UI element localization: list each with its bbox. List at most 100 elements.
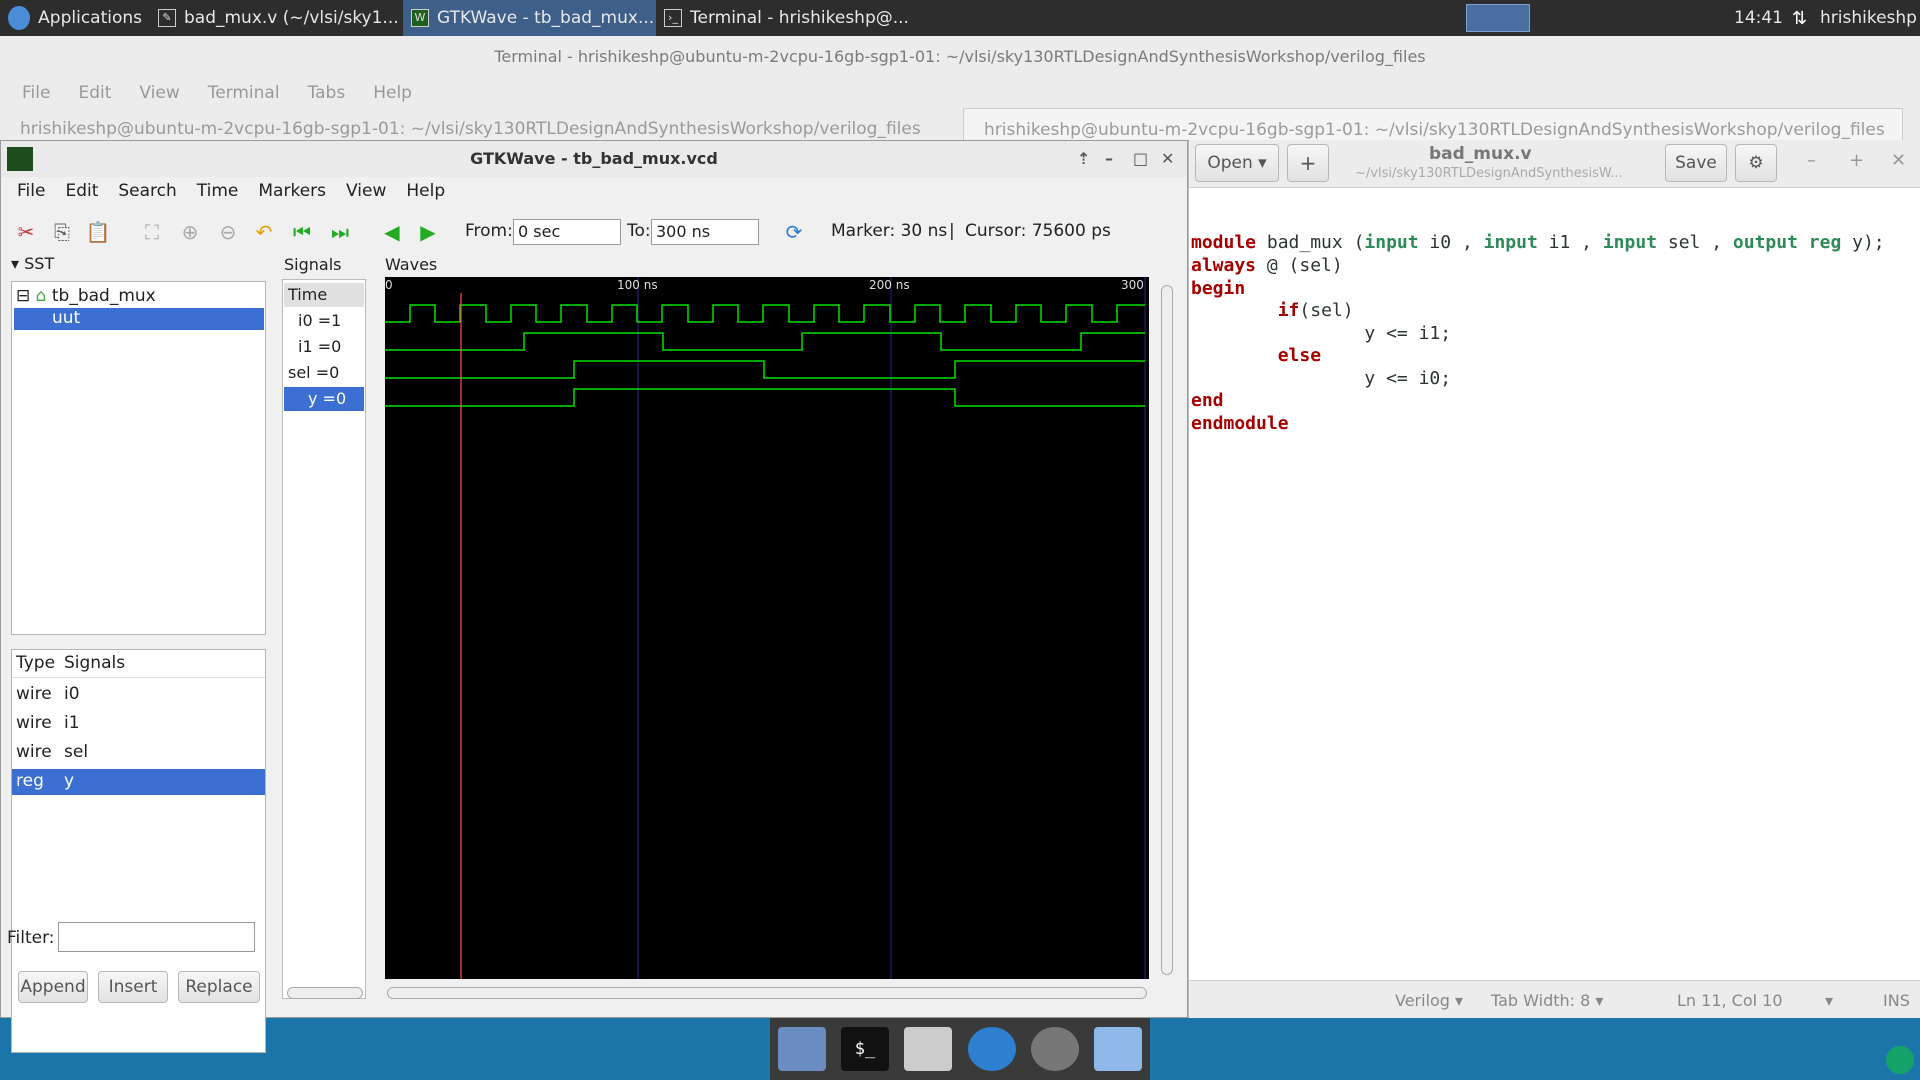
menu-markers[interactable]: Markers [248,181,336,201]
paste-icon[interactable]: 📋 [83,217,113,247]
list-item[interactable]: wire i1 [12,711,265,737]
menu-file[interactable]: File [7,181,55,201]
type-column[interactable]: Type [16,653,55,673]
menu-search[interactable]: Search [108,181,186,201]
tick-200: 200 ns [869,278,910,292]
applications-menu[interactable]: Applications [0,0,150,36]
code-area[interactable]: module bad_mux (input i0 , input i1 , in… [1189,188,1920,976]
menu-edit[interactable]: Edit [68,83,121,103]
copy-icon[interactable]: ⎘ [47,217,77,247]
folder-icon[interactable] [1094,1027,1143,1071]
window-up-icon[interactable]: ⇡ [1077,141,1090,177]
to-input[interactable]: 300 ns [651,219,759,245]
gtkwave-menubar: File Edit Search Time Markers View Help [1,175,1187,207]
code-line-4: if(sel) [1277,300,1354,321]
reload-icon[interactable]: ⟳ [779,217,809,247]
insert-mode: INS [1883,991,1910,1010]
jump-end-icon[interactable]: ⏭ [325,217,355,247]
code-line-3: begin [1191,278,1246,299]
new-tab-button[interactable]: + [1287,144,1329,182]
sst-header[interactable]: ▾ SST [11,254,54,273]
to-label: To: [627,221,651,241]
menu-help[interactable]: Help [363,83,422,103]
show-desktop-icon[interactable] [777,1027,826,1071]
close-icon[interactable]: ✕ [1161,141,1174,177]
maximize-icon[interactable]: + [1849,150,1864,171]
replace-button[interactable]: Replace [178,971,260,1003]
code-line-6: else [1277,345,1322,366]
next-edge-icon[interactable]: ▶ [413,217,443,247]
waveform-canvas[interactable]: 0 100 ns 200 ns 300 [385,277,1149,979]
tick-0: 0 [385,278,393,292]
list-item[interactable]: wire sel [12,740,265,766]
taskbar-terminal[interactable]: ›_ Terminal - hrishikeshp@... [656,0,909,36]
editor-title: bad_mux.v [1429,144,1532,164]
code-line-8: end [1191,390,1224,411]
user-menu[interactable]: hrishikeshp [1812,0,1920,36]
zoom-in-icon[interactable]: ⊕ [175,217,205,247]
search-icon[interactable] [1030,1027,1079,1071]
signals-column[interactable]: Signals [64,653,125,673]
signal-i1[interactable]: i1 =0 [284,335,364,359]
network-icon[interactable]: ⇅ [1792,8,1807,29]
terminal-title: Terminal - hrishikeshp@ubuntu-m-2vcpu-16… [0,36,1920,78]
signal-list-header: Type Signals [12,650,265,678]
signals-scrollbar[interactable] [287,987,363,999]
gear-icon[interactable]: ⚙ [1735,144,1777,182]
zoom-fit-icon[interactable]: ⛶ [137,217,167,247]
language-selector[interactable]: Verilog ▾ [1395,991,1463,1010]
terminal-icon[interactable]: $_ [840,1027,889,1071]
insert-button[interactable]: Insert [98,971,168,1003]
menu-edit[interactable]: Edit [55,181,108,201]
waves-vscrollbar[interactable] [1161,285,1173,975]
cut-icon[interactable]: ✂ [11,217,41,247]
minimize-icon[interactable]: – [1105,141,1113,177]
web-browser-icon[interactable] [967,1027,1016,1071]
prev-edge-icon[interactable]: ◀ [377,217,407,247]
home-folder-icon[interactable] [904,1027,953,1071]
open-button[interactable]: Open ▾ [1195,144,1279,182]
maximize-icon[interactable]: □ [1133,141,1148,177]
tab-width-selector[interactable]: Tab Width: 8 ▾ [1491,991,1603,1010]
zoom-out-icon[interactable]: ⊖ [213,217,243,247]
menu-view[interactable]: View [336,181,396,201]
jump-start-icon[interactable]: ⏮ [287,217,317,247]
taskbar-gtkwave[interactable]: W GTKWave - tb_bad_mux... [403,0,656,36]
waves-header: Waves [385,255,438,274]
signal-i0[interactable]: i0 =1 [284,309,364,333]
menu-time[interactable]: Time [187,181,249,201]
filter-label: Filter: [7,928,55,948]
clock: 14:41 [1734,8,1783,28]
module-icon: ⌂ [35,286,47,306]
undo-icon[interactable]: ↶ [249,217,279,247]
menu-view[interactable]: View [129,83,189,103]
editor-statusbar: Verilog ▾ Tab Width: 8 ▾ Ln 11, Col 10 ▾… [1189,980,1920,1018]
minimize-icon[interactable]: – [1807,150,1816,171]
signal-sel[interactable]: sel =0 [284,361,364,385]
tree-node-uut[interactable]: uut [14,308,264,330]
tree-node-tb[interactable]: ⊟ ⌂ tb_bad_mux [16,286,156,306]
grammarly-icon[interactable] [1886,1046,1914,1074]
menu-terminal[interactable]: Terminal [198,83,290,103]
save-button[interactable]: Save [1665,144,1727,182]
code-line-5: y <= i1; [1191,323,1452,344]
list-item[interactable]: wire i0 [12,682,265,708]
menu-help[interactable]: Help [396,181,455,201]
taskbar-editor[interactable]: ✎ bad_mux.v (~/vlsi/sky1... [150,0,403,36]
close-icon[interactable]: ✕ [1891,150,1906,171]
code-line-7: y <= i0; [1191,368,1452,389]
signal-y[interactable]: y =0 [284,387,364,411]
chevron-down-icon[interactable]: ▾ [1825,991,1833,1010]
menu-file[interactable]: File [12,83,60,103]
editor-window: Open ▾ + bad_mux.v ~/vlsi/sky130RTLDesig… [1188,140,1920,1018]
append-button[interactable]: Append [18,971,88,1003]
list-item[interactable]: reg y [12,769,265,795]
from-input[interactable]: 0 sec [513,219,621,245]
waves-hscrollbar[interactable] [387,987,1147,999]
cursor-position[interactable]: Ln 11, Col 10 [1677,991,1783,1010]
filter-input[interactable] [58,922,255,952]
gtkwave-window: GTKWave - tb_bad_mux.vcd ⇡ – □ ✕ File Ed… [0,140,1188,1053]
menu-tabs[interactable]: Tabs [298,83,356,103]
gtkwave-icon: W [411,9,429,27]
workspace-switcher[interactable] [1466,4,1530,32]
